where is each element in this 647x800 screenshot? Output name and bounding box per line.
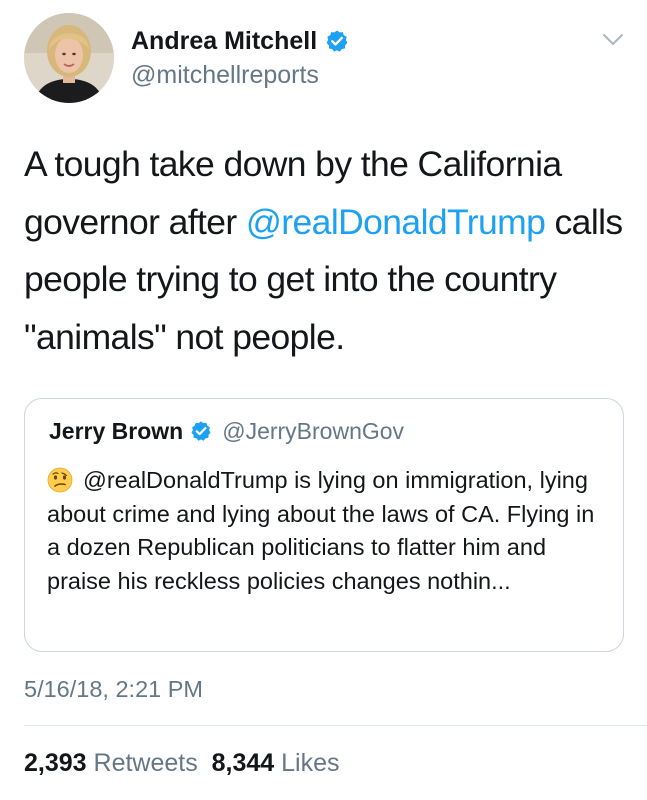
tweet-stats: 2,393 Retweets 8,344 Likes: [24, 748, 340, 778]
author-name-row[interactable]: Andrea Mitchell: [131, 26, 349, 56]
likes-stat[interactable]: 8,344 Likes: [212, 749, 340, 777]
retweets-count: 2,393: [24, 749, 87, 777]
quoted-tweet-text: @realDonaldTrump is lying on immigration…: [47, 464, 612, 598]
avatar-photo: [24, 13, 114, 103]
quoted-tweet-header: Jerry Brown @JerryBrownGov: [49, 417, 404, 445]
confused-face-emoji-icon: [47, 467, 73, 493]
quoted-author-name: Jerry Brown: [49, 418, 184, 444]
verified-badge-icon: [190, 420, 212, 442]
author-avatar[interactable]: [24, 13, 114, 103]
likes-label: Likes: [281, 749, 340, 777]
likes-count: 8,344: [211, 749, 275, 777]
divider: [24, 725, 647, 726]
quoted-tweet-card[interactable]: Jerry Brown @JerryBrownGov @realDonaldTr…: [24, 398, 624, 652]
quoted-author-handle: @JerryBrownGov: [222, 418, 405, 444]
verified-badge-icon: [325, 29, 349, 53]
retweets-stat[interactable]: 2,393 Retweets: [24, 749, 198, 777]
retweets-label: Retweets: [93, 749, 198, 777]
quoted-tweet-body: @realDonaldTrump is lying on immigration…: [47, 467, 595, 594]
author-handle[interactable]: @mitchellreports: [131, 60, 319, 90]
author-name[interactable]: Andrea Mitchell: [131, 26, 317, 56]
tweet-text: A tough take down by the California gove…: [24, 136, 624, 366]
tweet-timestamp[interactable]: 5/16/18, 2:21 PM: [24, 675, 203, 703]
chevron-down-icon[interactable]: [600, 30, 626, 50]
mention-link[interactable]: @realDonaldTrump: [246, 202, 546, 242]
